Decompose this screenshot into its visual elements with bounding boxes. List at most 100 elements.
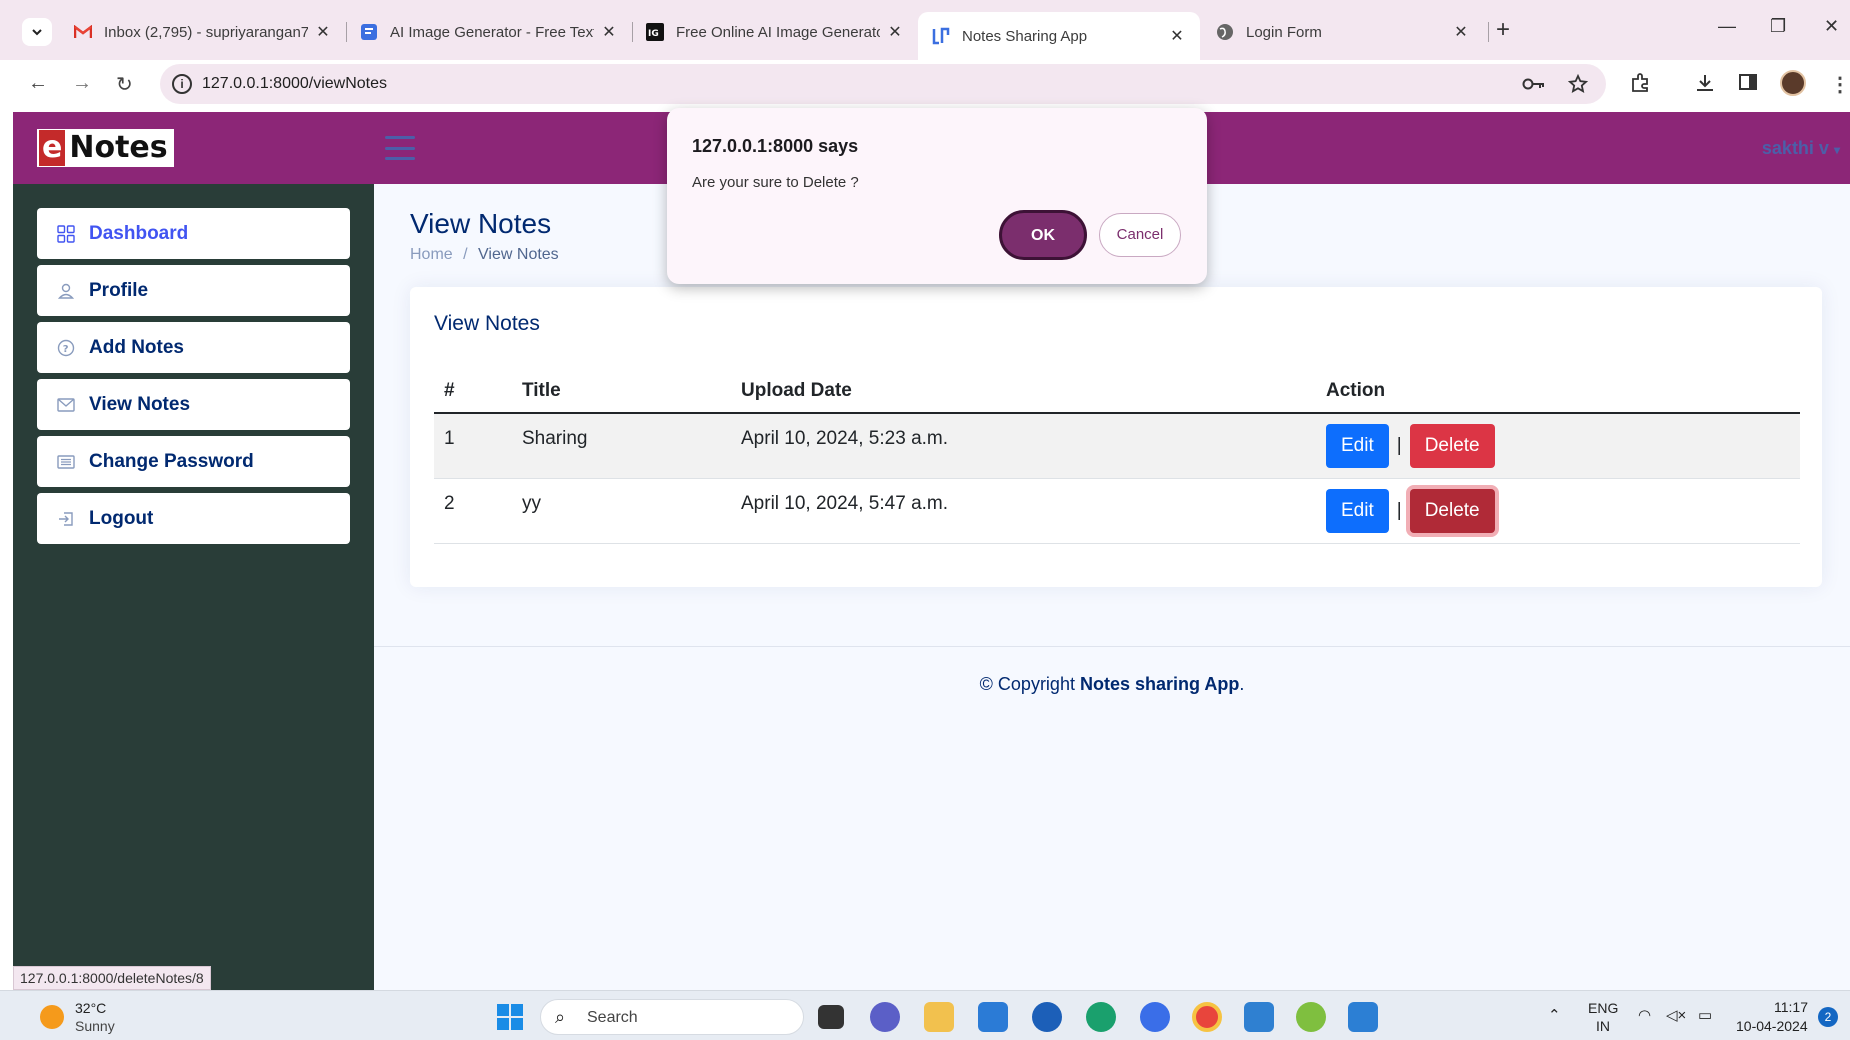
cell-title: Sharing [512,413,731,479]
tab-free-online-ai[interactable]: IG Free Online AI Image Generator ✕ [632,13,918,51]
forward-icon[interactable]: → [72,72,92,95]
chevron-up-icon[interactable]: ⌃ [1548,1006,1561,1024]
footer-divider [374,646,1850,647]
search-icon: ⌕ [555,1007,566,1027]
clock-time[interactable]: 11:17 [1774,999,1808,1015]
store-icon[interactable] [978,1002,1008,1032]
close-window-button[interactable]: ✕ [1824,16,1839,37]
back-icon[interactable]: ← [28,72,48,95]
menu-kebab-icon[interactable]: ⋮ [1830,72,1850,97]
close-icon[interactable]: ✕ [600,22,618,42]
avatar[interactable] [1780,70,1806,96]
minimize-button[interactable]: — [1718,16,1736,37]
footer-suffix: . [1239,674,1245,694]
media-player-icon[interactable] [1140,1002,1170,1032]
ok-button[interactable]: OK [999,210,1087,260]
password-key-icon[interactable] [1522,76,1546,92]
tab-title: Notes Sharing App [962,27,1088,45]
file-explorer-icon[interactable] [924,1002,954,1032]
forms-icon [360,23,378,41]
site-info-icon[interactable]: i [172,74,192,94]
cell-upload-date: April 10, 2024, 5:47 a.m. [731,478,1316,544]
tab-ai-image-generator[interactable]: AI Image Generator - Free Text t ✕ [346,13,632,51]
sidebar-item-change-password[interactable]: Change Password [37,436,350,487]
site-logo[interactable]: e Notes [37,129,174,167]
task-view-icon[interactable] [818,1005,844,1029]
new-tab-button[interactable]: + [1496,16,1510,44]
teams-icon[interactable] [870,1002,900,1032]
sidebar-item-view-notes[interactable]: View Notes [37,379,350,430]
weather-temperature: 32°C [75,1000,107,1016]
tab-notes-sharing-app[interactable]: Notes Sharing App ✕ [918,12,1200,60]
notes-card: View Notes # Title Upload Date Action 1 … [410,287,1822,587]
dell-icon[interactable] [1032,1002,1062,1032]
address-bar[interactable]: i 127.0.0.1:8000/viewNotes [160,64,1606,104]
svg-text:IG: IG [648,29,659,39]
clock-date[interactable]: 10-04-2024 [1736,1018,1808,1034]
delete-button[interactable]: Delete [1409,424,1495,468]
photos-icon[interactable] [1348,1002,1378,1032]
sidebar-item-label: View Notes [89,393,191,415]
column-header: Upload Date [731,369,1316,414]
close-icon[interactable]: ✕ [1452,22,1470,42]
edit-button[interactable]: Edit [1326,488,1389,533]
close-icon[interactable]: ✕ [314,22,332,42]
sidebar-item-dashboard[interactable]: Dashboard [37,208,350,259]
delete-button[interactable]: Delete [1409,488,1495,533]
edge-icon[interactable] [1086,1002,1116,1032]
sidebar-item-add-notes[interactable]: ? Add Notes [37,322,350,373]
reload-icon[interactable]: ↻ [116,72,133,97]
download-icon[interactable] [1694,72,1716,94]
extensions-icon[interactable] [1630,72,1652,94]
bookmark-star-icon[interactable] [1568,74,1588,94]
tab-gmail[interactable]: Inbox (2,795) - supriyarangan7 ✕ [60,13,346,51]
windows-start-icon[interactable] [497,1004,523,1030]
chrome-icon[interactable] [1192,1002,1222,1032]
taskbar-search[interactable]: ⌕ Search [540,999,804,1035]
wifi-icon[interactable]: ◠ [1638,1006,1651,1024]
hamburger-menu-icon[interactable] [385,136,415,160]
sidebar-item-logout[interactable]: Logout [37,493,350,544]
vscode-icon[interactable] [1244,1002,1274,1032]
close-icon[interactable]: ✕ [886,22,904,42]
close-icon[interactable]: ✕ [1168,26,1186,46]
logo-text: Notes [69,130,168,165]
cell-title: yy [512,478,731,544]
tab-title: Free Online AI Image Generator [676,23,880,41]
cancel-button[interactable]: Cancel [1099,213,1181,257]
breadcrumb-home[interactable]: Home [410,246,453,263]
language-indicator[interactable]: ENG [1588,1000,1618,1016]
breadcrumb: Home / View Notes [410,246,559,264]
action-separator: | [1396,499,1402,521]
paint-icon[interactable] [1296,1002,1326,1032]
battery-icon[interactable]: ▭ [1698,1006,1712,1024]
table-row: 1 Sharing April 10, 2024, 5:23 a.m. Edit… [434,413,1800,479]
tab-separator [1488,22,1489,42]
search-label: Search [587,1009,638,1026]
side-panel-icon[interactable] [1738,72,1758,92]
sidebar-item-profile[interactable]: Profile [37,265,350,316]
breadcrumb-separator: / [463,246,468,263]
chevron-down-icon [32,29,42,36]
column-header: Action [1316,369,1800,414]
footer-prefix: © Copyright [979,674,1080,694]
taskbar: 32°C Sunny ⌕ Search ⌃ ENG IN ◠ ◁× ▭ 11:1… [0,990,1850,1040]
gmail-icon [74,23,92,41]
person-icon [55,280,77,302]
sun-icon[interactable] [40,1005,64,1029]
edit-button[interactable]: Edit [1326,424,1389,468]
page-title: View Notes [410,208,552,239]
sidebar-item-label: Profile [89,279,149,301]
restore-button[interactable]: ❐ [1770,16,1786,37]
globe-icon [1216,23,1234,41]
tab-search-button[interactable] [22,18,52,46]
question-circle-icon: ? [55,337,77,359]
notification-badge[interactable]: 2 [1818,1007,1838,1027]
tab-login-form[interactable]: Login Form ✕ [1202,13,1484,51]
column-header: # [434,369,512,414]
speaker-muted-icon[interactable]: ◁× [1666,1006,1686,1024]
table-header-row: # Title Upload Date Action [434,369,1800,414]
user-dropdown[interactable]: sakthi v ▾ [1762,138,1840,159]
footer-brand: Notes sharing App [1079,674,1240,694]
tab-title: AI Image Generator - Free Text t [390,23,594,41]
